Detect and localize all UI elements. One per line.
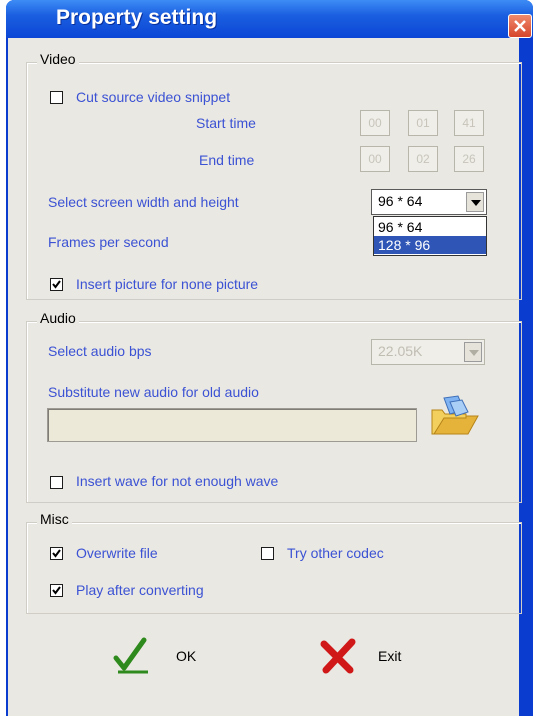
screen-size-label: Select screen width and height [48, 194, 239, 210]
start-time-label: Start time [196, 115, 256, 131]
exit-button[interactable]: Exit [318, 636, 418, 676]
insert-wave-checkbox[interactable] [50, 476, 63, 489]
overwrite-file-label: Overwrite file [76, 545, 158, 561]
screen-size-option[interactable]: 96 * 64 [374, 218, 486, 236]
misc-group: Misc [26, 511, 522, 614]
ok-button-label: OK [176, 648, 197, 664]
audio-bps-value: 22.05K [378, 343, 423, 359]
end-hour-field[interactable]: 00 [360, 146, 390, 172]
insert-wave-label: Insert wave for not enough wave [76, 473, 279, 489]
play-after-checkbox[interactable] [50, 584, 63, 597]
title-bar: Property setting [6, 0, 533, 38]
cut-snippet-checkbox[interactable] [50, 91, 63, 104]
end-second-field[interactable]: 26 [454, 146, 484, 172]
misc-group-title: Misc [37, 511, 72, 527]
window-title: Property setting [56, 6, 218, 29]
screen-size-value: 96 * 64 [378, 193, 423, 209]
checkmark-icon [52, 586, 61, 595]
dropdown-arrow-icon [471, 200, 481, 206]
start-hour-field[interactable]: 00 [360, 110, 390, 136]
try-other-codec-label: Try other codec [287, 545, 384, 561]
audio-bps-select[interactable]: 22.05K [371, 339, 485, 365]
screen-size-option-highlighted[interactable]: 128 * 96 [374, 236, 486, 254]
close-icon [514, 20, 526, 32]
play-after-label: Play after converting [76, 582, 204, 598]
substitute-audio-label: Substitute new audio for old audio [48, 384, 259, 400]
substitute-audio-field[interactable] [47, 408, 417, 442]
screen-size-select[interactable]: 96 * 64 [371, 189, 487, 215]
audio-group-title: Audio [37, 310, 79, 326]
fps-label: Frames per second [48, 234, 169, 250]
end-time-label: End time [199, 152, 255, 168]
exit-x-icon [320, 638, 356, 674]
cut-snippet-label: Cut source video snippet [76, 89, 231, 105]
insert-picture-label: Insert picture for none picture [76, 276, 259, 292]
screen-size-dropdown-button[interactable] [466, 192, 484, 212]
ok-button[interactable]: OK [110, 636, 210, 676]
exit-button-label: Exit [378, 648, 402, 664]
folder-icon[interactable] [428, 394, 482, 446]
overwrite-file-checkbox[interactable] [50, 547, 63, 560]
checkmark-icon [52, 549, 61, 558]
screen-size-dropdown-list: 96 * 64 128 * 96 [373, 216, 487, 256]
video-group-title: Video [37, 51, 79, 67]
dropdown-arrow-icon [469, 350, 479, 356]
start-minute-field[interactable]: 01 [408, 110, 438, 136]
audio-bps-dropdown-button[interactable] [464, 342, 482, 362]
try-other-codec-checkbox[interactable] [261, 547, 274, 560]
end-minute-field[interactable]: 02 [408, 146, 438, 172]
close-button[interactable] [508, 14, 532, 38]
start-second-field[interactable]: 41 [454, 110, 484, 136]
insert-picture-checkbox[interactable] [50, 278, 63, 291]
audio-bps-label: Select audio bps [48, 343, 152, 359]
checkmark-icon [52, 280, 61, 289]
ok-check-icon [113, 637, 148, 674]
